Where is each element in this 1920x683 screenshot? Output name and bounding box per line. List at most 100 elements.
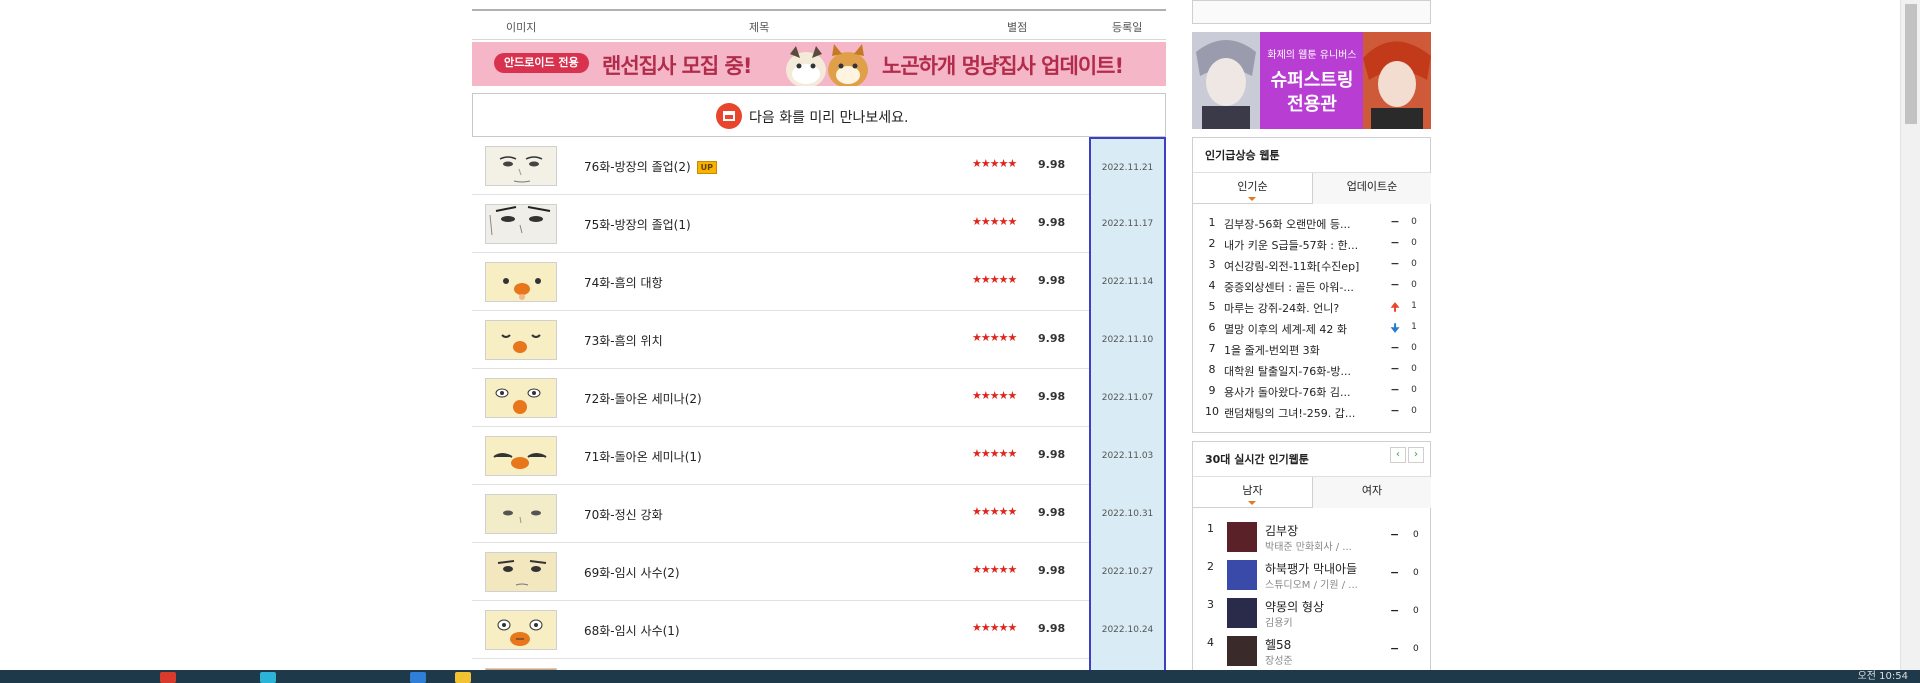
- episode-thumbnail[interactable]: [485, 552, 557, 592]
- episode-title[interactable]: 71화-돌아온 세미나(1): [584, 448, 702, 465]
- episode-thumbnail[interactable]: [485, 204, 557, 244]
- header-date: 등록일: [1112, 21, 1143, 34]
- rating-score: 9.98: [1038, 158, 1066, 171]
- episode-thumbnail[interactable]: [485, 262, 557, 302]
- page-scrollbar[interactable]: [1900, 0, 1920, 670]
- episode-date: 2022.10.27: [1089, 543, 1166, 601]
- star-rating: ★★★★★: [972, 215, 1017, 228]
- rating-score: 9.98: [1038, 564, 1066, 577]
- banner-text-left: 랜선집사 모집 중!: [602, 54, 752, 78]
- episode-title[interactable]: 69화-임시 사수(2): [584, 564, 680, 581]
- list-item[interactable]: 10 랜덤채팅의 그녀!-259. 갑... −0: [1193, 402, 1430, 423]
- star-rating: ★★★★★: [972, 389, 1017, 402]
- star-rating: ★★★★★: [972, 563, 1017, 576]
- no-change-icon: −: [1390, 278, 1400, 291]
- episode-row[interactable]: 72화-돌아온 세미나(2) ★★★★★ 9.98 2022.11.07: [472, 369, 1166, 427]
- realtime-webtoon-box: 30대 실시간 인기웹툰 ‹ › 남자 여자 1 김부장 박태준 만화회사 / ..…: [1192, 441, 1431, 683]
- ad-title: 슈퍼스트링: [1270, 70, 1354, 91]
- rating-score: 9.98: [1038, 506, 1066, 519]
- star-rating: ★★★★★: [972, 505, 1017, 518]
- episode-title[interactable]: 72화-돌아온 세미나(2): [584, 390, 702, 407]
- superstring-ad-banner[interactable]: 화제의 웹툰 유니버스 슈퍼스트링 전용관: [1192, 32, 1431, 129]
- up-badge: UP: [696, 161, 718, 174]
- rating-score: 9.98: [1038, 216, 1066, 229]
- episode-row[interactable]: 68화-임시 사수(1) ★★★★★ 9.98 2022.10.24: [472, 601, 1166, 659]
- top-ad-remnant[interactable]: [1192, 0, 1431, 24]
- no-change-icon: −: [1390, 566, 1400, 579]
- episode-thumbnail[interactable]: [485, 610, 557, 650]
- promo-banner[interactable]: 안드로이드 전용 랜선집사 모집 중! 노곤하개 멍냥집사 업데이트!: [472, 42, 1166, 86]
- episode-row[interactable]: 75화-방장의 졸업(1) ★★★★★ 9.98 2022.11.17: [472, 195, 1166, 253]
- list-item[interactable]: 3 여신강림-외전-11화[수진ep] −0: [1193, 255, 1430, 276]
- list-item[interactable]: 2 하북팽가 막내아들 스튜디오M / 기원 / ... −0: [1193, 554, 1430, 592]
- taskbar-app-icon[interactable]: [160, 672, 176, 683]
- episode-title[interactable]: 68화-임시 사수(1): [584, 622, 680, 639]
- taskbar-app-icon[interactable]: [410, 672, 426, 683]
- no-change-icon: −: [1390, 642, 1400, 655]
- episode-date: 2022.10.31: [1089, 485, 1166, 543]
- taskbar-app-icon[interactable]: [260, 672, 276, 683]
- ad-title-2: 전용관: [1287, 94, 1337, 115]
- list-item[interactable]: 4 중증외상센터 : 골든 아워-... −0: [1193, 276, 1430, 297]
- list-item[interactable]: 9 용사가 돌아왔다-76화 김... −0: [1193, 381, 1430, 402]
- system-clock: 오전 10:54: [1857, 671, 1908, 682]
- episode-title[interactable]: 70화-정신 강화: [584, 506, 663, 523]
- tab-update[interactable]: 업데이트순: [1312, 173, 1431, 204]
- list-item[interactable]: 8 대학원 탈출일지-76화-방... −0: [1193, 360, 1430, 381]
- episode-thumbnail[interactable]: [485, 494, 557, 534]
- list-item[interactable]: 1 김부장-56화 오랜만에 등... −0: [1193, 213, 1430, 234]
- episode-row[interactable]: 71화-돌아온 세미나(1) ★★★★★ 9.98 2022.11.03: [472, 427, 1166, 485]
- preview-next-episode-button[interactable]: 다음 화를 미리 만나보세요.: [472, 93, 1166, 137]
- episode-title[interactable]: 75화-방장의 졸업(1): [584, 216, 691, 233]
- banner-text-right: 노곤하개 멍냥집사 업데이트!: [882, 54, 1124, 78]
- active-tab-caret-icon: [1248, 501, 1256, 505]
- episode-thumbnail[interactable]: [485, 320, 557, 360]
- no-change-icon: −: [1390, 236, 1400, 249]
- rising-title: 인기급상승 웹툰: [1193, 138, 1430, 173]
- scrollbar-thumb[interactable]: [1905, 4, 1917, 124]
- star-rating: ★★★★★: [972, 447, 1017, 460]
- list-item[interactable]: 7 1을 줄게-번외편 3화 −0: [1193, 339, 1430, 360]
- tab-popular[interactable]: 인기순: [1193, 173, 1312, 204]
- episode-date: 2022.11.14: [1089, 253, 1166, 311]
- episode-title[interactable]: 74화-흠의 대항: [584, 274, 663, 291]
- episode-thumbnail[interactable]: [485, 378, 557, 418]
- taskbar-app-icon[interactable]: [455, 672, 471, 683]
- list-item[interactable]: 4 헬58 장성준 −0: [1193, 630, 1430, 668]
- episode-row[interactable]: 69화-임시 사수(2) ★★★★★ 9.98 2022.10.27: [472, 543, 1166, 601]
- rating-score: 9.98: [1038, 622, 1066, 635]
- episode-date: 2022.11.17: [1089, 195, 1166, 253]
- character-left-illustration: [1192, 32, 1260, 129]
- list-item[interactable]: 6 멸망 이후의 세계-제 42 화 🠋 1: [1193, 318, 1430, 339]
- next-arrow-icon[interactable]: ›: [1408, 447, 1424, 463]
- episode-row[interactable]: 76화-방장의 졸업(2) UP ★★★★★ 9.98 2022.11.21: [472, 137, 1166, 195]
- rating-score: 9.98: [1038, 390, 1066, 403]
- sidebar: 화제의 웹툰 유니버스 슈퍼스트링 전용관 인기급상승 웹툰 인기순 업데이트순…: [1192, 0, 1431, 683]
- preview-text: 다음 화를 미리 만나보세요.: [749, 110, 909, 126]
- tab-male[interactable]: 남자: [1193, 477, 1312, 508]
- list-item[interactable]: 3 약몽의 형상 김용키 −0: [1193, 592, 1430, 630]
- no-change-icon: −: [1390, 341, 1400, 354]
- episode-thumbnail[interactable]: [485, 146, 557, 186]
- rating-score: 9.98: [1038, 274, 1066, 287]
- episode-date: 2022.11.03: [1089, 427, 1166, 485]
- rising-list: 1 김부장-56화 오랜만에 등... −0 2 내가 키운 S급들-57화 : 한.…: [1193, 204, 1430, 427]
- no-change-icon: −: [1390, 215, 1400, 228]
- header-image: 이미지: [506, 21, 537, 34]
- episode-thumbnail[interactable]: [485, 436, 557, 476]
- list-item[interactable]: 2 내가 키운 S급들-57화 : 한... −0: [1193, 234, 1430, 255]
- star-rating: ★★★★★: [972, 621, 1017, 634]
- list-item[interactable]: 5 마루는 강쥐-24화. 언니? 🠉 1: [1193, 297, 1430, 318]
- episode-rows: 76화-방장의 졸업(2) UP ★★★★★ 9.98 2022.11.21 75…: [472, 137, 1166, 679]
- episode-title[interactable]: 76화-방장의 졸업(2) UP: [584, 158, 718, 175]
- episode-title[interactable]: 73화-흠의 위치: [584, 332, 663, 349]
- episode-row[interactable]: 73화-흠의 위치 ★★★★★ 9.98 2022.11.10: [472, 311, 1166, 369]
- list-item[interactable]: 1 김부장 박태준 만화회사 / ... −0: [1193, 516, 1430, 554]
- prev-arrow-icon[interactable]: ‹: [1390, 447, 1406, 463]
- episode-row[interactable]: 74화-흠의 대항 ★★★★★ 9.98 2022.11.14: [472, 253, 1166, 311]
- header-rating: 별점: [1007, 21, 1028, 34]
- webtoon-avatar: [1227, 598, 1257, 628]
- rising-tabs: 인기순 업데이트순: [1193, 173, 1431, 204]
- episode-row[interactable]: 70화-정신 강화 ★★★★★ 9.98 2022.10.31: [472, 485, 1166, 543]
- tab-female[interactable]: 여자: [1312, 477, 1431, 508]
